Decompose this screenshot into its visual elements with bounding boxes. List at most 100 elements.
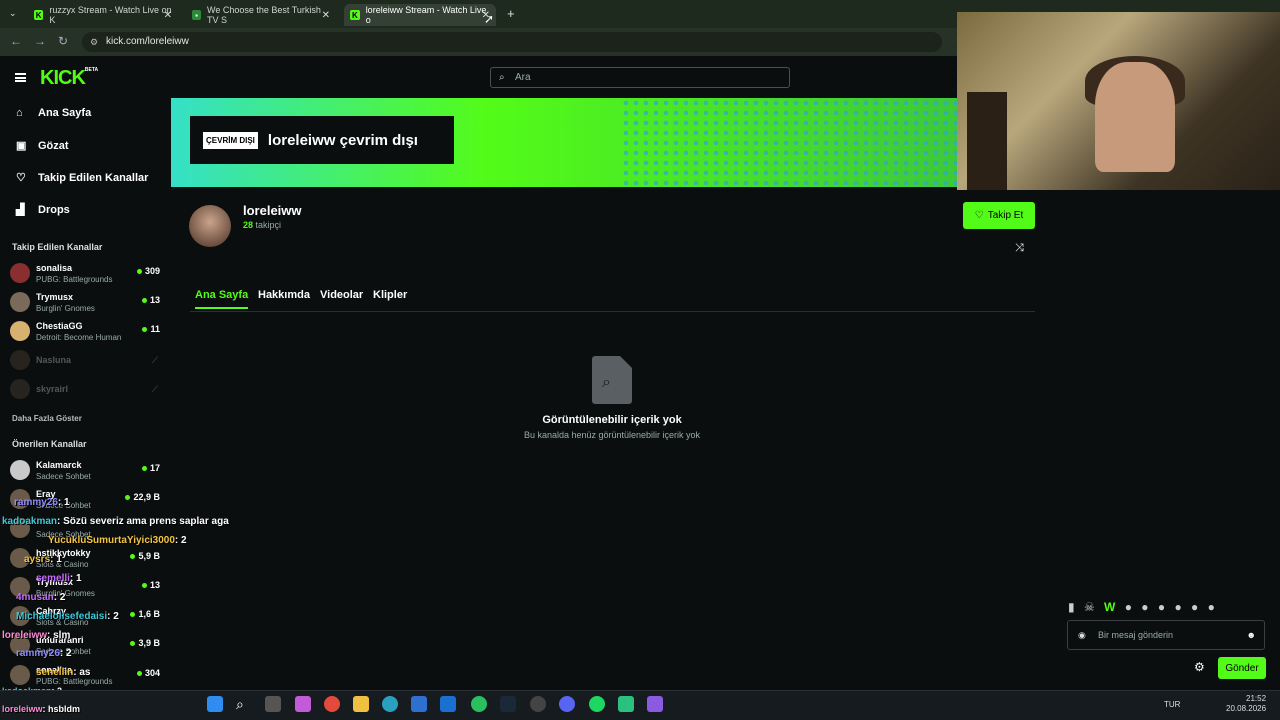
spotify-icon[interactable]	[589, 696, 605, 712]
overlay-chat-line: loreleiww: slm	[2, 630, 70, 641]
task-view-icon[interactable]	[265, 696, 281, 712]
chat-settings-icon[interactable]: ⚙	[1194, 660, 1205, 674]
site-info-icon[interactable]: ⚙	[90, 32, 98, 52]
tab-videos[interactable]: Videolar	[320, 289, 363, 301]
address-bar[interactable]: ⚙ kick.com/loreleiww	[82, 32, 942, 52]
search-icon[interactable]: ⌕	[236, 696, 252, 712]
avatar	[10, 350, 30, 370]
viewer-count: 1,6 B	[130, 609, 160, 619]
whatsapp-icon[interactable]	[471, 696, 487, 712]
follower-number: 28	[243, 220, 254, 230]
viewer-count: 304	[137, 668, 160, 678]
nav-label: Ana Sayfa	[38, 107, 92, 119]
channel-avatar[interactable]	[189, 205, 231, 247]
chat-user: rammy26	[14, 497, 58, 508]
menu-icon[interactable]	[15, 73, 26, 82]
nav-drops[interactable]: ▟ Drops	[16, 203, 70, 217]
nav-following[interactable]: ♡ Takip Edilen Kanallar	[16, 171, 148, 185]
search-input[interactable]: ⌕ Ara	[490, 67, 790, 88]
w-emote-icon: W	[1104, 600, 1119, 614]
chat-msg: : 1	[69, 573, 82, 584]
follower-label: takipçi	[255, 220, 282, 230]
follow-button[interactable]: ♡ Takip Et	[963, 202, 1035, 229]
chat-user: senellin	[36, 667, 74, 678]
chrome-icon[interactable]	[324, 696, 340, 712]
offline-box: ÇEVRİM DIŞI loreleiww çevrim dışı	[190, 116, 454, 164]
followed-channel[interactable]: sonalisa PUBG: Battlegrounds 309	[10, 260, 160, 288]
offline-icon: ⟋	[151, 355, 158, 365]
recommended-heading: Önerilen Kanallar	[12, 439, 87, 449]
store-icon[interactable]	[411, 696, 427, 712]
channel-game: Detroit: Become Human	[36, 333, 122, 342]
tab-clips[interactable]: Klipler	[373, 289, 407, 301]
followed-channel[interactable]: Trymusx Burglin' Gnomes 13	[10, 289, 160, 317]
reload-icon[interactable]: ↻	[58, 34, 68, 48]
close-tab-icon[interactable]: ✕	[164, 10, 172, 21]
share-icon[interactable]: ⤨	[1015, 242, 1024, 255]
nav-home[interactable]: ⌂ Ana Sayfa	[16, 107, 91, 119]
browser-tab-2[interactable]: ▪ We Choose the Best Turkish TV S ✕	[186, 4, 336, 26]
tab-list-chevron-icon[interactable]: ⌄	[9, 8, 17, 19]
channel-name: Kalamarck	[36, 460, 82, 470]
discord-icon[interactable]	[559, 696, 575, 712]
viewer-count: 17	[142, 463, 160, 473]
system-clock[interactable]: 21:52 20.08.2026	[1226, 694, 1266, 714]
show-more-link[interactable]: Daha Fazla Göster	[12, 414, 82, 423]
back-icon[interactable]: ←	[10, 34, 22, 48]
tab-title: We Choose the Best Turkish TV S	[207, 5, 321, 25]
chat-msg: : 1	[50, 554, 62, 565]
drops-icon: ▟	[16, 204, 25, 216]
chat-msg: : slm	[47, 630, 71, 641]
app-icon[interactable]	[530, 696, 546, 712]
chat-user: Michaelolisefedaisi	[16, 611, 108, 622]
language-indicator[interactable]: TUR	[1164, 700, 1180, 709]
empty-title: Görüntülenebilir içerik yok	[542, 414, 682, 426]
mouse-cursor-icon: ➚	[484, 12, 495, 26]
browser-tab-3[interactable]: K loreleiww Stream - Watch Live o ✕	[344, 4, 496, 26]
app-icon[interactable]	[647, 696, 663, 712]
page-favicon-icon: ▪	[192, 10, 202, 20]
avatar	[10, 460, 30, 480]
channel-game: PUBG: Battlegrounds	[36, 275, 113, 284]
viewer-count: 11	[142, 324, 160, 334]
file-explorer-icon[interactable]	[353, 696, 369, 712]
emoji-icon[interactable]: ☻	[1247, 621, 1256, 649]
webcam-person	[1095, 62, 1175, 172]
edge-icon[interactable]	[382, 696, 398, 712]
browser-tab-1[interactable]: K ruzzyx Stream - Watch Live on K ✕	[28, 4, 178, 26]
copilot-icon[interactable]	[295, 696, 311, 712]
new-tab-icon[interactable]: +	[507, 6, 515, 21]
channel-name: Trymusx	[36, 292, 74, 302]
outlook-icon[interactable]	[440, 696, 456, 712]
forward-icon[interactable]: →	[34, 34, 46, 48]
channel-name: ChestiaGG	[36, 321, 83, 331]
steam-icon[interactable]	[500, 696, 516, 712]
overlay-chat-line: YucukluSumurtaYiyici3000: 2	[2, 535, 187, 546]
chat-user: kadoakman	[2, 516, 58, 527]
site-header	[0, 57, 957, 97]
app-icon[interactable]	[618, 696, 634, 712]
channel-name: sonalisa	[36, 263, 73, 273]
followed-channel-offline[interactable]: skyrairl ⟋	[10, 376, 160, 404]
followed-channel-offline[interactable]: Nasluna ⟋	[10, 347, 160, 375]
followed-heading: Takip Edilen Kanallar	[12, 242, 103, 252]
nav-browse[interactable]: ▣ Gözat	[16, 139, 69, 153]
recommended-channel[interactable]: Kalamarck Sadece Sohbet 17	[10, 457, 160, 485]
tab-about[interactable]: Hakkımda	[258, 289, 310, 301]
kick-logo[interactable]: KICKBETA	[40, 67, 98, 90]
close-tab-icon[interactable]: ✕	[322, 10, 330, 21]
chat-user: rammy26	[16, 648, 60, 659]
viewer-count: 3,9 B	[130, 638, 160, 648]
logo-text: KICK	[40, 67, 86, 89]
emote-bar[interactable]: ▮ ☠ W ● ● ● ● ● ●	[1068, 600, 1218, 614]
avatar	[10, 379, 30, 399]
chat-badge-icon: ◉	[1078, 630, 1086, 640]
chat-msg: : Sözü severiz ama prens saplar aga	[57, 516, 229, 527]
send-button[interactable]: Gönder	[1218, 657, 1266, 679]
beta-badge: BETA	[84, 67, 99, 73]
chat-message-input[interactable]: ◉ Bir mesaj gönderin ☻	[1067, 620, 1265, 650]
followed-channel[interactable]: ChestiaGG Detroit: Become Human 11	[10, 318, 160, 346]
start-icon[interactable]	[207, 696, 223, 712]
tab-home[interactable]: Ana Sayfa	[195, 289, 249, 309]
offline-icon: ⟋	[151, 384, 158, 394]
